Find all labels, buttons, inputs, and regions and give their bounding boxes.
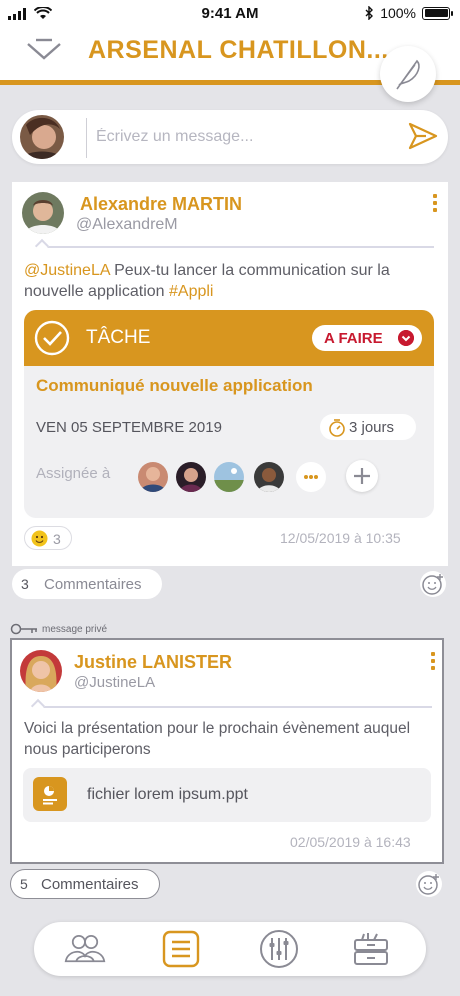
post-text: @JustineLA Peux-tu lancer la communicati… <box>24 262 390 300</box>
feather-icon <box>396 59 420 90</box>
post-text: Voici la présentation pour le prochain é… <box>24 720 411 758</box>
nav-feed[interactable] <box>160 928 202 970</box>
assignee-avatar[interactable] <box>176 462 206 492</box>
compose-button[interactable] <box>380 46 436 102</box>
comments-button[interactable]: 5 Commentaires <box>10 869 160 899</box>
assignee-avatar[interactable] <box>138 462 168 492</box>
comments-button[interactable]: 3 Commentaires <box>12 569 162 599</box>
nav-settings[interactable] <box>258 928 300 970</box>
presentation-file-icon <box>33 777 67 811</box>
status-bar: 9:41 AM 100% <box>0 0 460 28</box>
plus-icon <box>354 468 370 484</box>
more-assignees-button[interactable] <box>296 462 326 492</box>
assignee-avatar[interactable] <box>254 462 284 492</box>
bottom-nav <box>34 922 426 976</box>
file-attachment[interactable]: fichier lorem ipsum.ppt <box>23 768 431 822</box>
page-title: ARSENAL CHATILLON... <box>88 36 389 64</box>
community-icon <box>64 935 106 963</box>
avatar <box>22 192 64 234</box>
task-label: TÂCHE <box>86 327 151 348</box>
key-icon <box>10 623 37 635</box>
add-reaction-button[interactable] <box>416 871 442 897</box>
task-header: TÂCHE A FAIRE <box>24 310 434 366</box>
task-status-dropdown[interactable]: A FAIRE <box>312 325 422 351</box>
task-card[interactable]: TÂCHE A FAIRE Communiqué nouvelle applic… <box>24 310 434 518</box>
assigned-label: Assignée à <box>36 465 111 482</box>
smiley-icon <box>31 530 48 547</box>
task-duration: 3 jours <box>320 414 416 440</box>
nav-community[interactable] <box>64 928 106 970</box>
task-date: VEN 05 SEPTEMBRE 2019 <box>36 419 222 436</box>
post-card: Alexandre MARTIN @AlexandreM @JustineLA … <box>12 182 448 566</box>
post-menu-button[interactable] <box>431 652 435 670</box>
archive-icon <box>354 933 388 965</box>
send-icon[interactable] <box>408 122 438 150</box>
assignee-avatar[interactable] <box>214 462 244 492</box>
post-card: Justine LANISTER @JustineLA Voici la pré… <box>10 638 444 864</box>
add-reaction-button[interactable] <box>420 571 446 597</box>
add-emoji-icon <box>418 874 439 895</box>
file-name: fichier lorem ipsum.ppt <box>87 786 248 803</box>
post-menu-button[interactable] <box>433 194 437 212</box>
avatar <box>20 650 62 692</box>
author-handle[interactable]: @AlexandreM <box>76 216 178 234</box>
add-assignee-button[interactable] <box>346 460 378 492</box>
avatar <box>20 115 64 159</box>
hashtag-link[interactable]: #Appli <box>169 283 213 300</box>
post-timestamp: 02/05/2019 à 16:43 <box>290 834 411 850</box>
settings-sliders-icon <box>260 930 298 968</box>
task-status: A FAIRE <box>324 330 383 347</box>
add-emoji-icon <box>422 574 443 595</box>
mention-link[interactable]: @JustineLA <box>24 262 110 279</box>
nav-archive[interactable] <box>350 928 392 970</box>
timer-icon <box>329 419 345 437</box>
bluetooth-icon <box>365 6 374 20</box>
author-name[interactable]: Justine LANISTER <box>74 652 232 673</box>
task-title: Communiqué nouvelle application <box>36 376 313 395</box>
message-composer <box>12 110 448 164</box>
chevron-down-icon <box>398 330 414 346</box>
message-input[interactable] <box>96 124 396 150</box>
feed-icon <box>162 930 200 968</box>
check-circle-icon[interactable] <box>34 320 70 356</box>
reaction-badge[interactable]: 3 <box>24 526 72 550</box>
post-timestamp: 12/05/2019 à 10:35 <box>280 530 401 546</box>
author-name[interactable]: Alexandre MARTIN <box>80 194 242 215</box>
battery-percent: 100% <box>380 5 416 21</box>
chevron-down-icon[interactable] <box>26 38 62 64</box>
battery-icon <box>422 6 453 20</box>
author-handle[interactable]: @JustineLA <box>74 674 155 691</box>
